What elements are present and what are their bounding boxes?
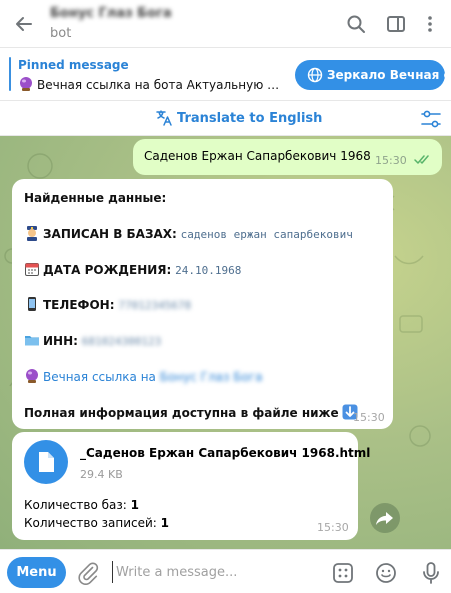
globe-icon (307, 67, 323, 83)
file-download-button[interactable] (24, 440, 68, 484)
phone-label: ТЕЛЕФОН: (43, 298, 115, 312)
outgoing-message[interactable]: Саденов Ержан Сапарбекович 1968 15:30 (133, 139, 442, 175)
dob-value[interactable]: 24.10.1968 (175, 264, 241, 277)
outgoing-message-text: Саденов Ержан Сапарбекович 1968 (144, 149, 371, 163)
phone-value[interactable]: 77012345678 (118, 299, 191, 312)
result-row-phone: ТЕЛЕФОН: 77012345678 (24, 296, 191, 312)
chat-header: Бонус Глаз Бога bot (0, 0, 451, 48)
inn-label: ИНН: (43, 334, 78, 348)
translate-bar: Translate to English (0, 101, 451, 136)
read-checks-icon (414, 155, 429, 164)
crystal-ball-emoji (26, 369, 38, 383)
file-size: 29.4 KB (80, 468, 123, 481)
bot-menu-button[interactable]: Menu (7, 557, 66, 588)
file-records-label: Количество записей: (24, 516, 157, 530)
result-heading: Найденные данные: (24, 191, 166, 205)
file-name[interactable]: _Саденов Ержан Сапарбекович 1968.html (80, 446, 370, 460)
translate-button[interactable]: Translate to English (177, 111, 322, 126)
result-footer: Полная информация доступна в файле ниже (24, 404, 361, 420)
sidebar-toggle-icon[interactable] (384, 12, 408, 36)
result-row-inn: ИНН: 681024300123 (24, 332, 161, 348)
attach-icon[interactable] (76, 561, 100, 585)
phone-emoji (28, 297, 36, 311)
dob-label: ДАТА РОЖДЕНИЯ: (43, 263, 172, 277)
message-composer: Menu (0, 549, 451, 593)
file-records-count: 1 (160, 516, 170, 530)
file-bases-label: Количество баз: (24, 498, 127, 512)
result-time: 15:30 (353, 411, 385, 424)
folder-emoji (25, 336, 39, 346)
mirror-button-label: Зеркало Вечная ссылка (327, 68, 445, 82)
incoming-file-message[interactable]: _Саденов Ержан Сапарбекович 1968.html 29… (12, 432, 370, 540)
search-icon[interactable] (344, 12, 368, 36)
mirror-button[interactable]: Зеркало Вечная ссылка (295, 60, 445, 90)
bases-value[interactable]: саденов ержан сапарбекович (181, 228, 353, 241)
microphone-icon[interactable] (419, 560, 443, 586)
outgoing-time: 15:30 (375, 154, 407, 167)
file-records-row: Количество записей: 1 (24, 516, 169, 530)
bot-commands-icon[interactable] (331, 561, 355, 585)
pinned-title: Pinned message (18, 58, 129, 72)
file-time: 15:30 (317, 521, 349, 534)
result-row-dob: ДАТА РОЖДЕНИЯ: 24.10.1968 (24, 261, 241, 277)
incoming-result-message[interactable]: Найденные данные: ЗАПИСАН В БАЗАХ: саден… (12, 179, 393, 429)
file-icon (39, 452, 54, 472)
permanent-link-hidden[interactable]: Бонус Глаз Бога (160, 370, 263, 384)
translate-icon (156, 110, 172, 126)
result-heading-text: Найденные данные: (24, 191, 167, 205)
police-officer-emoji (27, 226, 37, 241)
more-vert-icon[interactable] (418, 12, 442, 36)
file-bases-row: Количество баз: 1 (24, 498, 139, 512)
chat-area[interactable]: Саденов Ержан Сапарбекович 1968 15:30 На… (0, 136, 451, 549)
pinned-message-bar[interactable]: Pinned message Вечная ссылка на бота Акт… (0, 49, 451, 101)
footer-text: Полная информация доступна в файле ниже (24, 406, 339, 420)
result-row-link: Вечная ссылка на Бонус Глаз Бога (24, 368, 262, 384)
translate-settings-icon[interactable] (420, 109, 442, 129)
chat-subtitle: bot (50, 26, 72, 41)
permanent-link[interactable]: Вечная ссылка на (43, 370, 156, 384)
bases-label: ЗАПИСАН В БАЗАХ: (43, 227, 177, 241)
file-bases-count: 1 (130, 498, 139, 512)
forward-button[interactable] (370, 503, 400, 533)
message-input[interactable] (112, 561, 312, 583)
back-arrow-icon[interactable] (12, 12, 36, 36)
result-row-bases: ЗАПИСАН В БАЗАХ: саденов ержан сапарбеко… (24, 225, 353, 241)
pinned-indicator (9, 57, 11, 91)
emoji-icon[interactable] (374, 561, 398, 585)
pinned-text: Вечная ссылка на бота Актуальную ссылку … (18, 76, 283, 92)
calendar-emoji (25, 263, 39, 276)
pinned-text-content: Вечная ссылка на бота Актуальную ссылку … (37, 78, 283, 92)
crystal-ball-emoji (20, 77, 32, 91)
chat-title[interactable]: Бонус Глаз Бога (50, 6, 174, 22)
forward-icon (376, 512, 393, 525)
inn-value[interactable]: 681024300123 (82, 335, 161, 348)
